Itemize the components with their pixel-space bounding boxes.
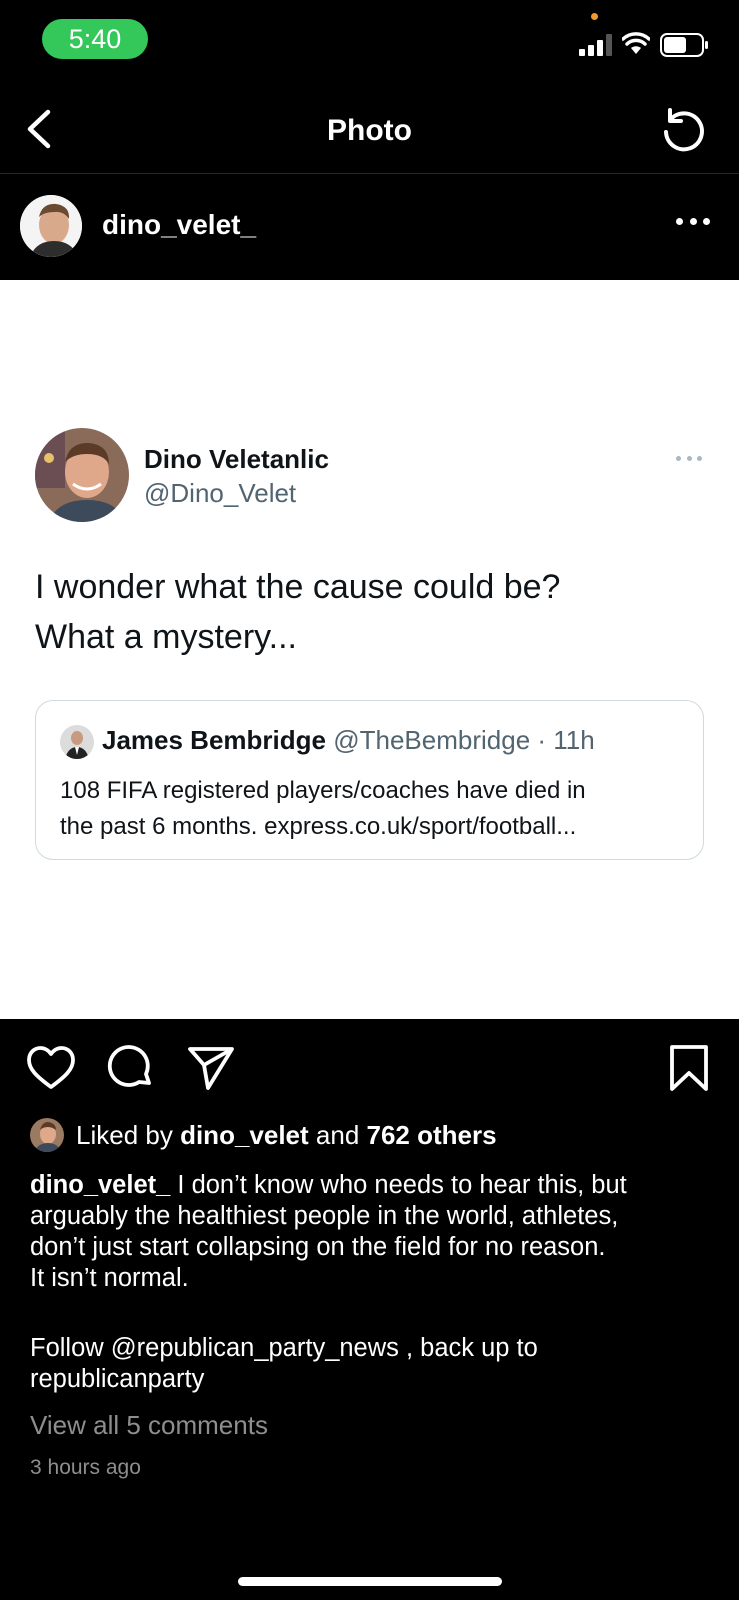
- nav-header: Photo: [0, 90, 739, 174]
- privacy-indicator-dot: [591, 13, 598, 20]
- quoted-tweet-meta: @TheBembridge · 11h: [333, 725, 595, 755]
- caption-text: Follow @republican_party_news , back up …: [30, 1334, 538, 1362]
- post-action-bar: [0, 1035, 739, 1105]
- likes-row[interactable]: Liked by dino_velet and 762 others: [30, 1115, 497, 1155]
- likes-text: Liked by dino_velet and 762 others: [76, 1119, 497, 1150]
- more-horizontal-icon: [676, 217, 683, 225]
- caption-text: I don’t know who needs to hear this, but: [170, 1171, 627, 1199]
- liker-avatar: [30, 1118, 64, 1152]
- quoted-tweet-author: James Bembridge: [102, 725, 326, 755]
- comment-icon: [107, 1045, 151, 1087]
- quoted-tweet-header: James Bembridge @TheBembridge · 11h: [102, 725, 595, 756]
- likes-count[interactable]: 762 others: [367, 1120, 497, 1150]
- bookmark-icon: [670, 1045, 708, 1091]
- quoted-tweet-avatar: [60, 725, 94, 759]
- post-header: dino_velet_: [0, 185, 739, 280]
- comment-button[interactable]: [106, 1043, 156, 1093]
- save-button[interactable]: [664, 1043, 714, 1093]
- cellular-signal-icon: [579, 34, 612, 56]
- post-username[interactable]: dino_velet_: [102, 209, 256, 241]
- avatar[interactable]: [20, 195, 82, 257]
- quoted-tweet-line: 108 FIFA registered players/coaches have…: [60, 777, 586, 804]
- quoted-tweet-card: James Bembridge @TheBembridge · 11h 108 …: [35, 700, 704, 860]
- caption-text: It isn’t normal.: [30, 1264, 189, 1292]
- post-caption: dino_velet_ I don’t know who needs to he…: [30, 1170, 720, 1294]
- battery-icon: [660, 33, 708, 57]
- wifi-icon: [622, 32, 650, 54]
- caption-text: don’t just start collapsing on the field…: [30, 1233, 606, 1261]
- status-bar: 5:40: [0, 0, 739, 80]
- paper-plane-icon: [188, 1047, 234, 1090]
- avatar-image: [20, 195, 82, 257]
- caption-text: republicanparty: [30, 1365, 205, 1393]
- quoted-tweet-line: the past 6 months. express.co.uk/sport/f…: [60, 813, 577, 840]
- post-options-button[interactable]: [676, 213, 710, 229]
- home-indicator[interactable]: [238, 1577, 502, 1586]
- post-timestamp: 3 hours ago: [30, 1456, 141, 1479]
- liker-username[interactable]: dino_velet: [180, 1120, 309, 1150]
- tweet-author-handle: @Dino_Velet: [144, 478, 297, 508]
- quoted-tweet-text: 108 FIFA registered players/coaches have…: [60, 773, 690, 845]
- caption-username[interactable]: dino_velet_: [30, 1171, 170, 1199]
- tweet-text-line: I wonder what the cause could be?: [35, 568, 561, 606]
- tweet-more-icon: [676, 456, 702, 464]
- share-button[interactable]: [186, 1043, 236, 1093]
- tweet-author-name: Dino Veletanlic: [144, 444, 329, 474]
- heart-icon: [27, 1046, 75, 1089]
- post-image[interactable]: Dino Veletanlic @Dino_Velet I wonder wha…: [0, 280, 739, 1019]
- post-caption-follow: Follow @republican_party_news , back up …: [30, 1333, 720, 1395]
- tweet-avatar: [35, 428, 129, 522]
- status-time: 5:40: [42, 19, 148, 59]
- tweet-text: I wonder what the cause could be? What a…: [35, 562, 695, 662]
- view-comments-link[interactable]: View all 5 comments: [30, 1410, 268, 1441]
- refresh-icon: [664, 108, 704, 152]
- caption-text: arguably the healthiest people in the wo…: [30, 1202, 619, 1230]
- page-title: Photo: [327, 114, 412, 147]
- tweet-text-line: What a mystery...: [35, 618, 297, 656]
- refresh-button[interactable]: [660, 106, 708, 154]
- like-button[interactable]: [26, 1043, 76, 1093]
